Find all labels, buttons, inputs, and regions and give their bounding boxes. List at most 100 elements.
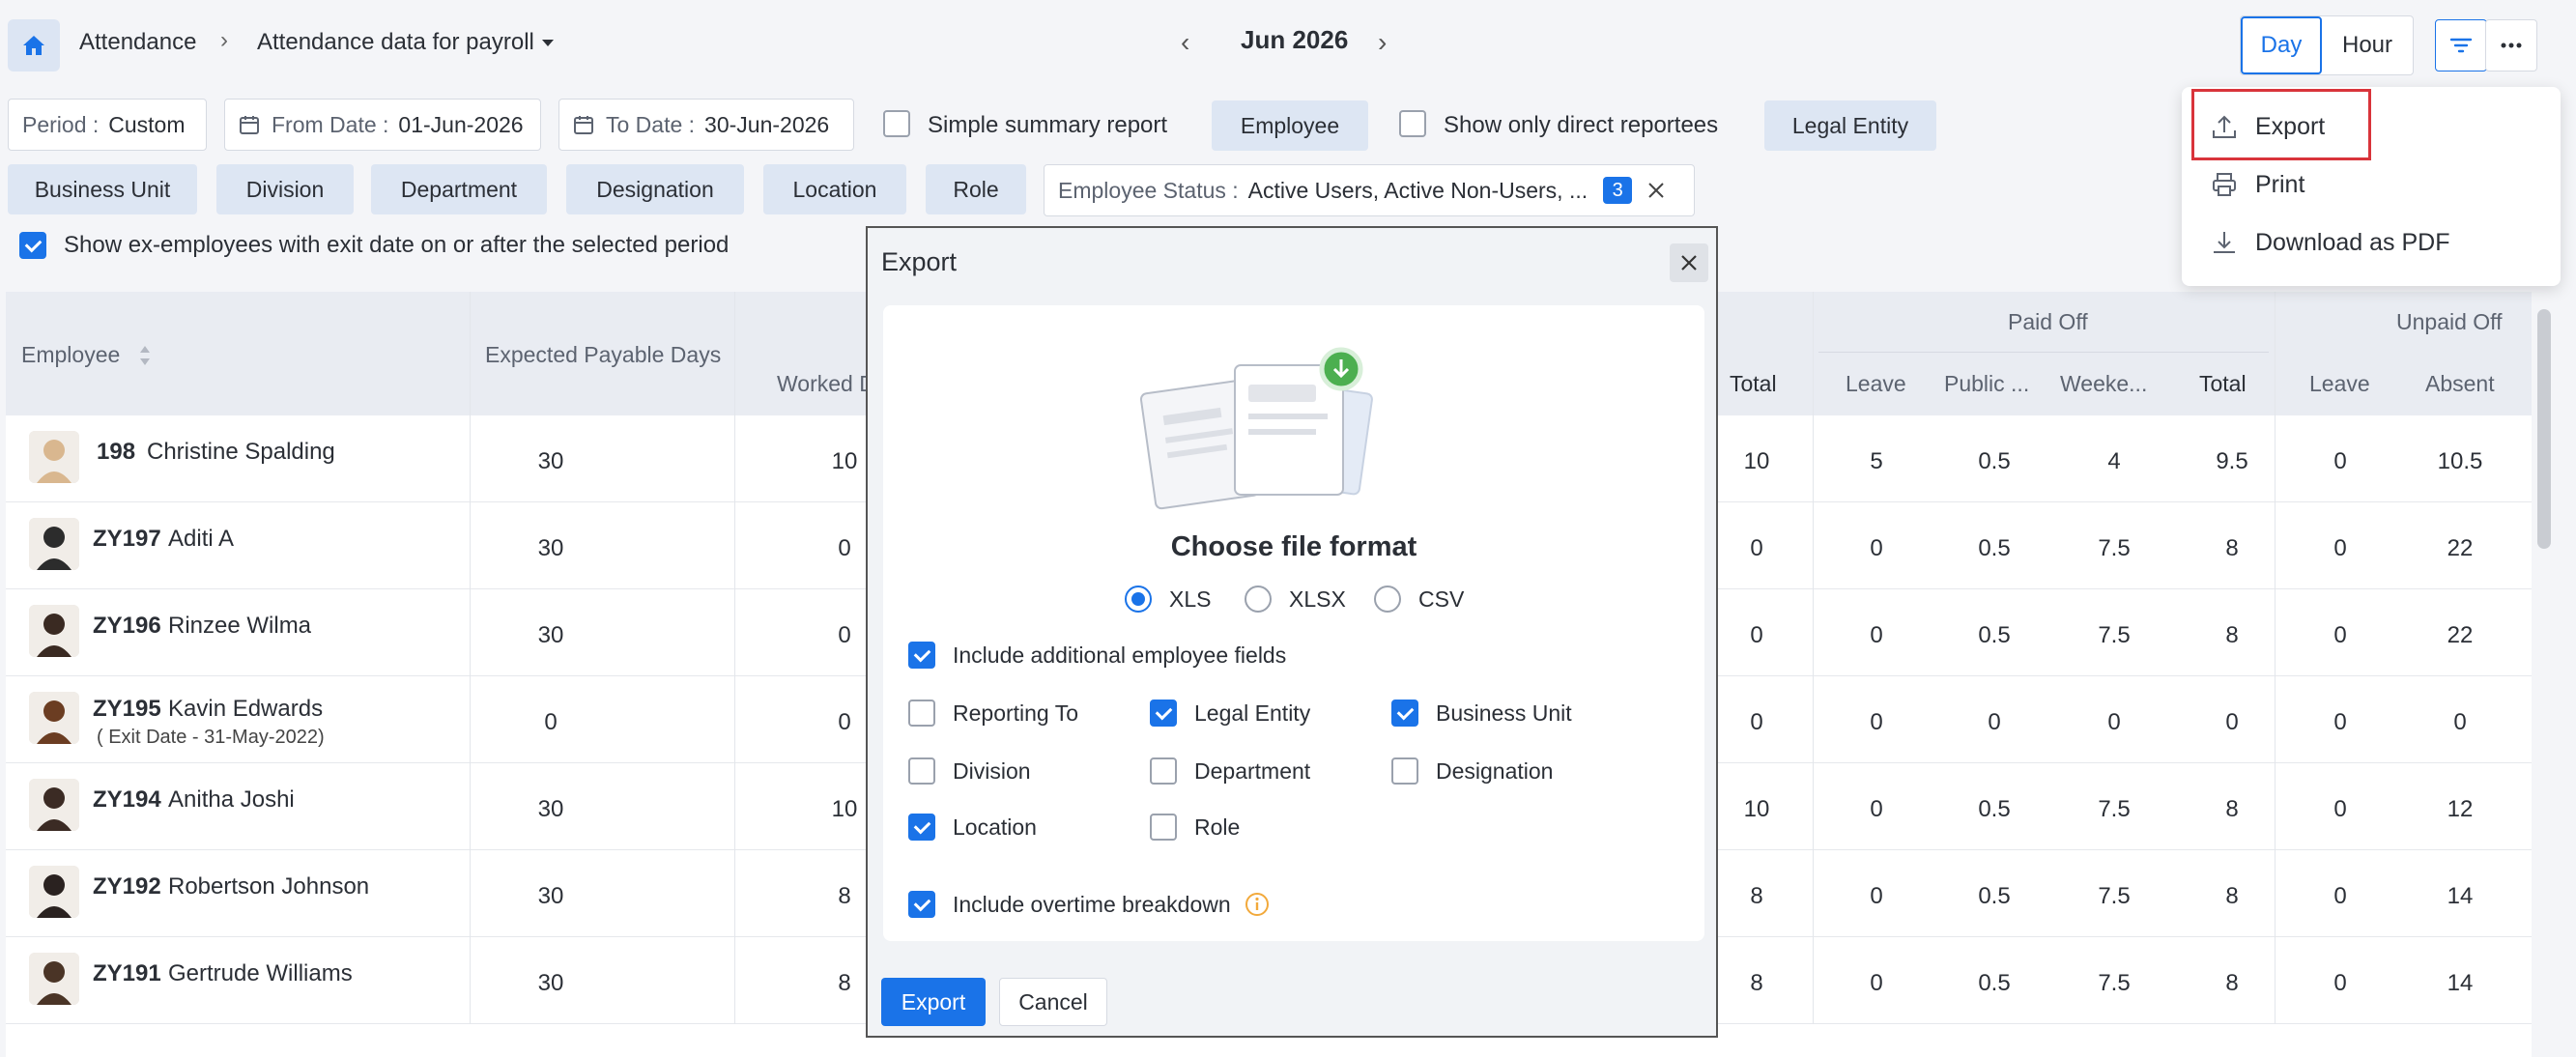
field-role[interactable]: Role <box>1150 814 1240 841</box>
divider <box>470 589 471 676</box>
sort-icon[interactable] <box>139 344 151 367</box>
field-location[interactable]: Location <box>908 814 1037 841</box>
format-csv-option[interactable]: CSV <box>1374 586 1464 613</box>
prev-month-icon[interactable]: ‹ <box>1181 27 1189 58</box>
to-date-field[interactable]: To Date : 30-Jun-2026 <box>558 99 854 151</box>
next-month-icon[interactable]: › <box>1378 27 1387 58</box>
legal-entity-checkbox[interactable] <box>1150 700 1177 727</box>
breadcrumb-current[interactable]: Attendance data for payroll <box>257 29 534 56</box>
location-label: Location <box>953 814 1037 840</box>
cell-public: 0.5 <box>1978 970 2011 996</box>
breadcrumb-root[interactable]: Attendance <box>79 29 196 56</box>
role-checkbox[interactable] <box>1150 814 1177 841</box>
employee-name[interactable]: Aditi A <box>168 526 234 553</box>
include-overtime-option[interactable]: Include overtime breakdown <box>908 891 1270 918</box>
field-designation[interactable]: Designation <box>1391 757 1553 785</box>
direct-reportees-checkbox[interactable] <box>1399 110 1426 137</box>
format-xlsx-option[interactable]: XLSX <box>1245 586 1346 613</box>
legal-entity-filter-chip[interactable]: Legal Entity <box>1764 100 1936 151</box>
department-checkbox[interactable] <box>1150 757 1177 785</box>
ex-employees-label: Show ex-employees with exit date on or a… <box>64 232 730 258</box>
employee-column-header[interactable]: Employee <box>21 342 120 368</box>
division-checkbox[interactable] <box>908 757 935 785</box>
cell-public: 0.5 <box>1978 883 2011 909</box>
employee-status-filter[interactable]: Employee Status : Active Users, Active N… <box>1044 164 1695 216</box>
cell-absent: 14 <box>2447 970 2474 996</box>
menu-item-download-pdf[interactable]: Download as PDF <box>2211 218 2449 267</box>
employee-name[interactable]: Christine Spalding <box>147 439 335 466</box>
location-checkbox[interactable] <box>908 814 935 841</box>
export-button[interactable]: Export <box>881 978 986 1026</box>
role-filter-chip[interactable]: Role <box>926 164 1026 214</box>
view-day-button[interactable]: Day <box>2241 16 2322 74</box>
divider <box>470 763 471 850</box>
csv-radio[interactable] <box>1374 586 1401 613</box>
view-hour-button[interactable]: Hour <box>2322 16 2413 74</box>
employee-name[interactable]: Kavin Edwards <box>168 696 323 723</box>
include-fields-option[interactable]: Include additional employee fields <box>908 642 1286 669</box>
location-filter-chip[interactable]: Location <box>763 164 906 214</box>
period-select[interactable]: Period : Custom <box>8 99 207 151</box>
csv-label: CSV <box>1418 586 1465 612</box>
caret-down-icon[interactable] <box>541 39 555 48</box>
field-reporting-to[interactable]: Reporting To <box>908 700 1078 727</box>
employee-name[interactable]: Robertson Johnson <box>168 873 369 900</box>
designation-label: Designation <box>1436 757 1554 784</box>
employee-name[interactable]: Anitha Joshi <box>168 786 295 814</box>
cell-expected: 30 <box>537 448 564 474</box>
employee-filter-chip[interactable]: Employee <box>1212 100 1368 151</box>
vertical-scrollbar[interactable] <box>2537 309 2551 549</box>
include-overtime-checkbox[interactable] <box>908 891 935 918</box>
close-icon[interactable] <box>1647 182 1665 199</box>
cell-uleave: 0 <box>2333 970 2347 996</box>
division-filter-chip[interactable]: Division <box>216 164 354 214</box>
cell-weekend: 7.5 <box>2098 970 2131 996</box>
direct-reportees-label: Show only direct reportees <box>1444 112 1719 138</box>
employee-id: ZY196 <box>93 613 161 639</box>
calendar-icon <box>240 116 259 134</box>
simple-summary-checkbox[interactable] <box>883 110 910 137</box>
cell-total2: 0 <box>2225 709 2239 735</box>
cell-public: 0.5 <box>1978 535 2011 561</box>
designation-checkbox[interactable] <box>1391 757 1418 785</box>
cancel-button[interactable]: Cancel <box>999 978 1107 1026</box>
menu-item-print[interactable]: Print <box>2211 160 2304 209</box>
department-filter-chip[interactable]: Department <box>371 164 547 214</box>
ex-employees-checkbox[interactable] <box>19 232 46 259</box>
divider <box>470 676 471 763</box>
role-label: Role <box>1194 814 1241 840</box>
field-business-unit[interactable]: Business Unit <box>1391 700 1572 727</box>
more-options-button[interactable] <box>2485 19 2537 71</box>
divider <box>470 502 471 589</box>
field-division[interactable]: Division <box>908 757 1031 785</box>
business-unit-checkbox[interactable] <box>1391 700 1418 727</box>
field-legal-entity[interactable]: Legal Entity <box>1150 700 1310 727</box>
modal-title: Export <box>881 247 958 276</box>
info-icon[interactable] <box>1245 892 1270 917</box>
avatar <box>29 953 79 1005</box>
from-date-field[interactable]: From Date : 01-Jun-2026 <box>224 99 541 151</box>
reporting-to-checkbox[interactable] <box>908 700 935 727</box>
modal-close-button[interactable] <box>1670 243 1708 282</box>
home-button[interactable] <box>8 19 60 71</box>
xls-radio[interactable] <box>1125 586 1152 613</box>
designation-filter-chip[interactable]: Designation <box>566 164 744 214</box>
include-fields-checkbox[interactable] <box>908 642 935 669</box>
cell-expected: 0 <box>544 709 558 735</box>
business-unit-filter-chip[interactable]: Business Unit <box>8 164 197 214</box>
view-toggle: Day Hour <box>2240 15 2414 75</box>
filter-button[interactable] <box>2435 19 2487 71</box>
paid-off-header: Paid Off <box>2008 309 2088 334</box>
field-department[interactable]: Department <box>1150 757 1310 785</box>
employee-id: ZY195 <box>93 696 161 722</box>
employee-name[interactable]: Rinzee Wilma <box>168 613 311 640</box>
xlsx-radio[interactable] <box>1245 586 1272 613</box>
cell-weekend: 4 <box>2107 448 2121 474</box>
cell-absent: 12 <box>2447 796 2474 822</box>
employee-name[interactable]: Gertrude Williams <box>168 960 353 987</box>
format-xls-option[interactable]: XLS <box>1125 586 1211 613</box>
divider <box>1818 352 2269 353</box>
cell-uleave: 0 <box>2333 883 2347 909</box>
divider <box>734 850 735 937</box>
xls-label: XLS <box>1169 586 1212 612</box>
